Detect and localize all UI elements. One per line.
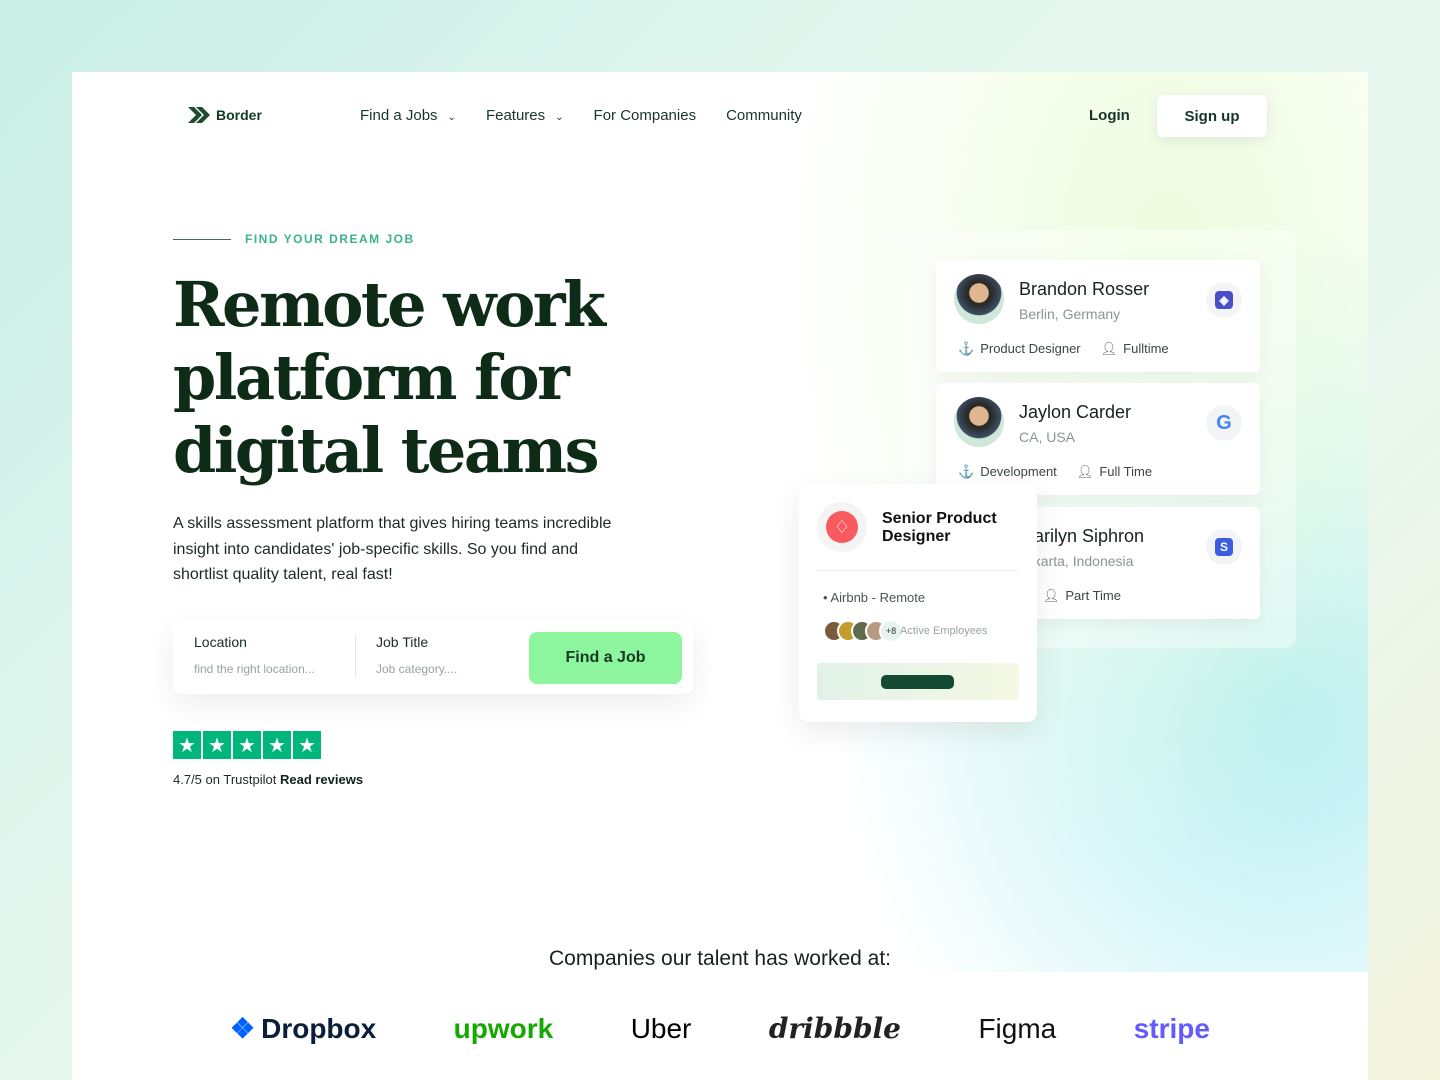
- rating-score: 4.7/5 on Trustpilot: [173, 772, 277, 787]
- signup-button[interactable]: Sign up: [1157, 95, 1267, 137]
- nav-find-jobs[interactable]: Find a Jobs ⌄: [360, 107, 456, 124]
- trustpilot-stars: ★ ★ ★ ★ ★: [173, 731, 321, 759]
- upwork-logo: upwork: [453, 1012, 554, 1044]
- anchor-icon: ⚓: [958, 464, 975, 479]
- airbnb-logo: ♢: [817, 502, 867, 552]
- eyebrow-text: FIND YOUR DREAM JOB: [245, 232, 415, 246]
- candidate-name: Jaylon Carder: [1019, 402, 1132, 422]
- read-reviews-link[interactable]: Read reviews: [280, 772, 363, 787]
- active-employees-label: Active Employees: [900, 625, 988, 637]
- company-logo: ◈: [1206, 282, 1242, 318]
- location-placeholder[interactable]: find the right location...: [194, 662, 315, 676]
- trustpilot-rating: 4.7/5 on Trustpilot Read reviews: [173, 772, 363, 787]
- avatar: [954, 274, 1004, 324]
- candidate-name: Brandon Rosser: [1019, 279, 1150, 299]
- divider: [355, 634, 356, 678]
- company-logo: S: [1206, 529, 1242, 565]
- nav-community[interactable]: Community: [726, 107, 802, 124]
- s-app-icon: S: [1215, 538, 1233, 556]
- nav-label: Features: [485, 107, 546, 124]
- divider: [817, 570, 1019, 571]
- candidate-card[interactable]: Brandon Rosser Berlin, Germany ◈ ⚓ Produc…: [936, 260, 1260, 372]
- dropbox-icon: ❖: [230, 1013, 256, 1044]
- candidate-card[interactable]: Jaylon Carder CA, USA G ⚓ Development 👤︎ Fu…: [936, 383, 1260, 495]
- user-icon: 👤︎: [1100, 341, 1118, 356]
- location-field[interactable]: Location find the right location...: [194, 634, 315, 676]
- star-icon: ★: [233, 731, 261, 759]
- companies-heading: Companies our talent has worked at:: [548, 947, 892, 970]
- avatar: [954, 397, 1004, 447]
- hero-title: Remote work platform for digital teams: [173, 268, 606, 487]
- job-card[interactable]: ♢ Senior Product Designer • Airbnb - Rem…: [799, 484, 1037, 722]
- nav-label: Find a Jobs: [360, 107, 438, 124]
- type-tag: 👤︎ Full Time: [1076, 464, 1153, 479]
- logo-icon: [188, 107, 210, 123]
- dropbox-logo: ❖ Dropbox: [230, 1012, 377, 1045]
- user-icon: 👤︎: [1042, 588, 1060, 603]
- eyebrow-line: [173, 238, 231, 240]
- main-nav: Find a Jobs ⌄ Features ⌄ For Companies Com…: [360, 107, 802, 124]
- chevron-down-icon: ⌄: [555, 112, 564, 123]
- hero-description: A skills assessment platform that gives …: [173, 515, 612, 583]
- job-meta: • Airbnb - Remote: [823, 590, 926, 605]
- nav-features[interactable]: Features ⌄: [486, 107, 564, 124]
- candidate-location: Berlin, Germany: [1019, 306, 1121, 322]
- uber-logo: Uber: [630, 1012, 692, 1044]
- apply-button[interactable]: [881, 675, 954, 689]
- google-icon: G: [1216, 411, 1232, 434]
- candidate-name: Marilyn Siphron: [1019, 526, 1145, 546]
- star-icon: ★: [203, 731, 231, 759]
- role-tag: ⚓ Product Designer: [958, 341, 1081, 356]
- job-title-placeholder[interactable]: Job category....: [376, 662, 457, 676]
- location-label: Location: [194, 634, 247, 650]
- airbnb-icon: ♢: [826, 511, 858, 543]
- company-logo: G: [1206, 405, 1242, 441]
- find-job-button[interactable]: Find a Job: [529, 632, 682, 684]
- job-title-label: Job Title: [376, 634, 429, 650]
- candidate-location: CA, USA: [1019, 429, 1076, 445]
- star-icon: ★: [293, 731, 321, 759]
- figma-logo: Figma: [978, 1012, 1057, 1044]
- type-tag: 👤︎ Part Time: [1042, 588, 1121, 603]
- brand-logo[interactable]: Border: [184, 105, 262, 125]
- company-logos: ❖ Dropbox upwork Uber dribbble Figma stri…: [230, 1012, 1210, 1045]
- chevron-down-icon: ⌄: [447, 112, 456, 123]
- dribbble-logo: dribbble: [768, 1012, 901, 1045]
- slack-like-icon: ◈: [1215, 291, 1233, 309]
- type-tag: 👤︎ Fulltime: [1100, 341, 1169, 356]
- job-title-field[interactable]: Job Title Job category....: [376, 634, 457, 676]
- brand-name: Border: [216, 107, 262, 123]
- page: Border Find a Jobs ⌄ Features ⌄ For Compan…: [72, 72, 1368, 1080]
- star-icon: ★: [173, 731, 201, 759]
- login-link[interactable]: Login: [1089, 107, 1130, 124]
- anchor-icon: ⚓: [958, 341, 975, 356]
- user-icon: 👤︎: [1076, 464, 1094, 479]
- job-title: Senior Product Designer: [882, 510, 997, 545]
- nav-for-companies[interactable]: For Companies: [594, 107, 697, 124]
- employee-avatars: +8: [823, 619, 903, 643]
- stripe-logo: stripe: [1133, 1012, 1210, 1044]
- role-tag: ⚓ Development: [958, 464, 1057, 479]
- job-search-bar: Location find the right location... Job T…: [173, 620, 693, 694]
- apply-area: [817, 663, 1019, 700]
- star-icon: ★: [263, 731, 291, 759]
- eyebrow: FIND YOUR DREAM JOB: [173, 232, 415, 246]
